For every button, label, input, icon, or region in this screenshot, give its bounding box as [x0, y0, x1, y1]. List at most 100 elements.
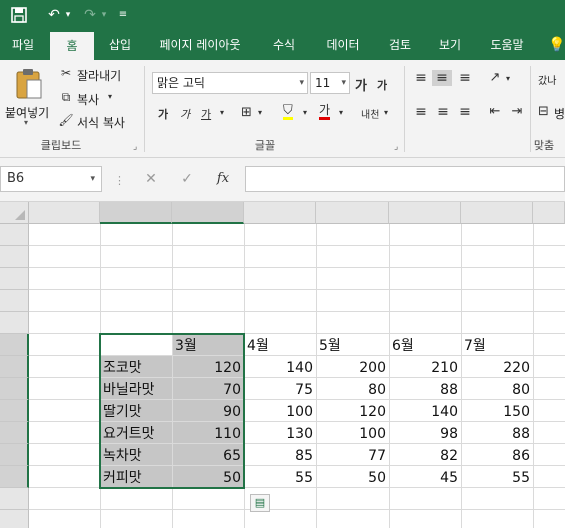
- borders-dropdown-icon[interactable]: ▾: [258, 108, 262, 117]
- row-header-11[interactable]: [0, 444, 29, 466]
- font-size-combo[interactable]: 11 ▾: [310, 72, 350, 94]
- tab-insert[interactable]: 삽입: [98, 30, 142, 60]
- table-cell[interactable]: 55: [461, 466, 533, 488]
- copy-icon[interactable]: ⧉: [58, 90, 74, 105]
- tell-me-icon[interactable]: 💡: [548, 30, 565, 60]
- italic-button[interactable]: 가: [180, 106, 190, 122]
- format-painter-button[interactable]: 서식 복사: [77, 114, 125, 131]
- orientation-dropdown-icon[interactable]: ▾: [506, 74, 510, 83]
- insert-function-button[interactable]: fx: [212, 168, 234, 190]
- paste-button[interactable]: 붙여넣기 ▾: [4, 66, 52, 127]
- undo-dropdown-icon[interactable]: ▾: [63, 4, 73, 26]
- align-top-icon[interactable]: ≡: [412, 70, 430, 86]
- row-header-3[interactable]: [0, 268, 29, 290]
- table-cell[interactable]: 220: [461, 356, 533, 378]
- row-header-9[interactable]: [0, 400, 29, 422]
- font-color-dropdown-icon[interactable]: ▾: [339, 108, 343, 117]
- column-header-b[interactable]: [100, 202, 172, 224]
- select-all-button[interactable]: [0, 202, 29, 224]
- orientation-icon[interactable]: ↗: [486, 70, 504, 85]
- align-left-icon[interactable]: ≡: [412, 104, 430, 120]
- row-header-2[interactable]: [0, 246, 29, 268]
- table-cell[interactable]: 140: [244, 356, 316, 378]
- quick-analysis-icon[interactable]: ▤: [250, 494, 270, 512]
- decrease-font-button[interactable]: 가: [377, 77, 387, 93]
- copy-button[interactable]: 복사: [77, 91, 99, 108]
- table-cell[interactable]: 85: [244, 444, 316, 466]
- borders-icon[interactable]: ⊞: [241, 105, 252, 120]
- merge-icon[interactable]: ⊟: [538, 104, 549, 119]
- row-header-10[interactable]: [0, 422, 29, 444]
- table-cell[interactable]: 77: [316, 444, 389, 466]
- phonetic-dropdown-icon[interactable]: ▾: [384, 108, 388, 117]
- underline-dropdown-icon[interactable]: ▾: [220, 108, 224, 117]
- decrease-indent-icon[interactable]: ⇤: [486, 104, 504, 119]
- table-header-cell[interactable]: 4월: [244, 334, 316, 356]
- merge-button[interactable]: 병: [554, 105, 565, 122]
- tab-formulas[interactable]: 수식: [262, 30, 306, 60]
- cut-button[interactable]: 잘라내기: [77, 67, 121, 84]
- table-cell[interactable]: 150: [461, 400, 533, 422]
- column-header-a[interactable]: [29, 202, 100, 224]
- row-header-4[interactable]: [0, 290, 29, 312]
- table-cell[interactable]: 80: [316, 378, 389, 400]
- row-header-13[interactable]: [0, 488, 29, 510]
- increase-font-button[interactable]: 가: [355, 75, 367, 94]
- tab-view[interactable]: 보기: [428, 30, 472, 60]
- customize-toolbar-icon[interactable]: ≡: [116, 4, 130, 26]
- copy-dropdown-icon[interactable]: ▾: [108, 92, 112, 101]
- align-right-icon[interactable]: ≡: [456, 104, 474, 120]
- table-header-cell[interactable]: 6월: [389, 334, 461, 356]
- table-cell[interactable]: 98: [389, 422, 461, 444]
- table-cell[interactable]: 82: [389, 444, 461, 466]
- cut-icon[interactable]: ✂: [58, 66, 74, 80]
- phonetic-button[interactable]: 내천: [361, 106, 379, 121]
- tab-review[interactable]: 검토: [378, 30, 422, 60]
- table-cell[interactable]: 140: [389, 400, 461, 422]
- fill-color-dropdown-icon[interactable]: ▾: [303, 108, 307, 117]
- table-cell[interactable]: 100: [244, 400, 316, 422]
- row-header-1[interactable]: [0, 224, 29, 246]
- tab-home[interactable]: 홈: [50, 32, 94, 60]
- table-cell[interactable]: 45: [389, 466, 461, 488]
- table-header-cell[interactable]: 7월: [461, 334, 533, 356]
- table-cell[interactable]: 80: [461, 378, 533, 400]
- row-header-7[interactable]: [0, 356, 29, 378]
- font-dialog-launcher[interactable]: ⌟: [394, 142, 398, 152]
- table-cell[interactable]: 86: [461, 444, 533, 466]
- column-header-e[interactable]: [316, 202, 389, 224]
- tab-help[interactable]: 도움말: [482, 30, 532, 60]
- tab-file[interactable]: 파일: [0, 30, 46, 60]
- font-color-button[interactable]: 가: [319, 103, 331, 120]
- bold-button[interactable]: 가: [158, 106, 168, 122]
- save-icon[interactable]: [8, 4, 30, 26]
- formula-input[interactable]: [245, 166, 565, 192]
- column-header-d[interactable]: [244, 202, 316, 224]
- tab-page-layout[interactable]: 페이지 레이아웃: [150, 30, 250, 60]
- align-middle-icon[interactable]: ≡: [432, 70, 452, 86]
- column-header-c[interactable]: [172, 202, 244, 224]
- font-name-combo[interactable]: 맑은 고딕 ▾: [152, 72, 308, 94]
- row-header-6[interactable]: [0, 334, 29, 356]
- clipboard-dialog-launcher[interactable]: ⌟: [133, 142, 137, 152]
- align-center-icon[interactable]: ≡: [434, 104, 452, 120]
- redo-dropdown-icon[interactable]: ▾: [99, 4, 109, 26]
- table-cell[interactable]: 200: [316, 356, 389, 378]
- row-header-14[interactable]: [0, 510, 29, 528]
- underline-button[interactable]: 가: [201, 106, 211, 122]
- row-header-5[interactable]: [0, 312, 29, 334]
- formula-bar-splitter[interactable]: ⋮: [114, 174, 125, 187]
- enter-icon[interactable]: ✓: [176, 168, 198, 190]
- fill-color-icon[interactable]: ⛉: [283, 104, 293, 120]
- tab-data[interactable]: 데이터: [318, 30, 368, 60]
- row-header-12[interactable]: [0, 466, 29, 488]
- redo-icon[interactable]: ↷: [80, 4, 100, 26]
- table-cell[interactable]: 50: [316, 466, 389, 488]
- align-bottom-icon[interactable]: ≡: [456, 70, 474, 86]
- table-cell[interactable]: 88: [389, 378, 461, 400]
- format-painter-icon[interactable]: 🖌: [58, 113, 74, 127]
- column-header-f[interactable]: [389, 202, 461, 224]
- table-cell[interactable]: 55: [244, 466, 316, 488]
- table-cell[interactable]: 120: [316, 400, 389, 422]
- wrap-text-button[interactable]: 갔나: [538, 72, 556, 87]
